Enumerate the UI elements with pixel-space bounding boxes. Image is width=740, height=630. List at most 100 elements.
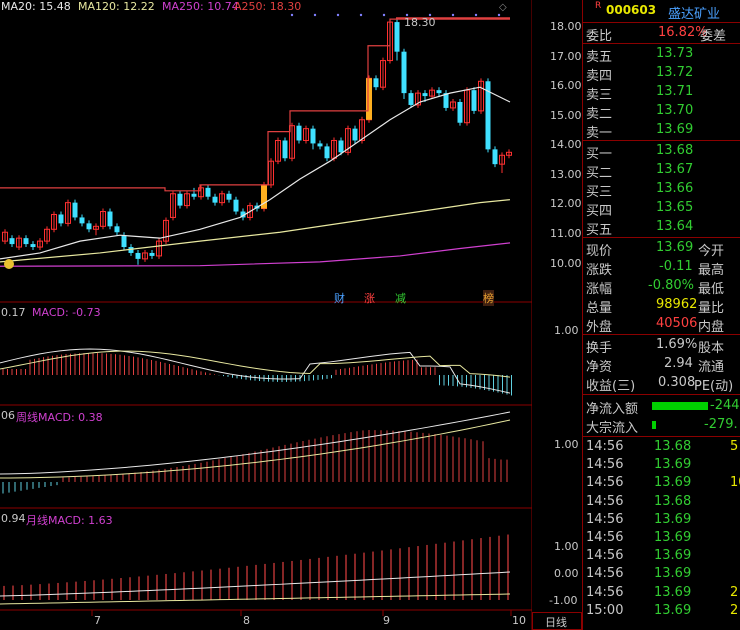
daily-macd-prefix: 0.17 bbox=[1, 306, 26, 319]
candle-body bbox=[79, 217, 85, 224]
tick-time: 14:56 bbox=[586, 493, 624, 509]
price-axis-label: 16.00 bbox=[550, 79, 582, 92]
tick-price: 13.69 bbox=[654, 602, 692, 618]
tick-row: 14:56 13.69 bbox=[584, 457, 740, 475]
daily-macd-label: MACD: -0.73 bbox=[32, 306, 101, 319]
candle-body bbox=[471, 90, 477, 111]
stats-right-label: 流通 bbox=[698, 360, 725, 375]
quote-row: 涨幅 -0.80% 最低 bbox=[584, 277, 740, 297]
ask-price: 13.71 bbox=[656, 84, 694, 99]
price-axis-label: 11.00 bbox=[550, 227, 582, 240]
candle-body bbox=[324, 146, 330, 159]
bid-row[interactable]: 买二 13.67 bbox=[584, 161, 740, 181]
bid-price: 13.66 bbox=[656, 181, 694, 196]
candle-body bbox=[191, 193, 197, 197]
tick-time: 15:00 bbox=[586, 602, 624, 618]
quote-label: 现价 bbox=[586, 244, 613, 259]
bid-price: 13.68 bbox=[656, 143, 694, 158]
divider bbox=[582, 43, 740, 44]
candle-body bbox=[492, 149, 498, 165]
stats-label: 净资 bbox=[586, 360, 613, 375]
tick-row: 14:56 13.69 2 bbox=[584, 585, 740, 603]
bid-row[interactable]: 买一 13.68 bbox=[584, 142, 740, 162]
order-diff-label: 委差 bbox=[700, 29, 727, 44]
tick-price: 13.69 bbox=[654, 530, 692, 545]
ask-label: 卖四 bbox=[586, 69, 613, 84]
month-label: 7 bbox=[94, 614, 101, 627]
chart-area[interactable]: MA20: 15.48 MA120: 12.22 MA250: 10.74 A2… bbox=[0, 0, 582, 630]
stats-right-label: 股本 bbox=[698, 341, 725, 356]
quote-right-label: 内盘 bbox=[698, 320, 725, 335]
tick-price: 13.69 bbox=[654, 566, 692, 582]
tick-row: 14:56 13.69 10 bbox=[584, 475, 740, 493]
month-label: 9 bbox=[383, 614, 390, 627]
bid-price: 13.64 bbox=[656, 219, 694, 234]
event-tag-rise[interactable]: 涨 bbox=[364, 290, 375, 306]
candle-body bbox=[422, 93, 428, 97]
candle-body bbox=[72, 202, 78, 218]
monthly-macd-prefix: 0.94 bbox=[1, 512, 26, 525]
stock-marker: R bbox=[595, 1, 602, 11]
divider bbox=[582, 22, 740, 23]
stats-value: 2.94 bbox=[664, 356, 693, 371]
divider bbox=[582, 436, 740, 437]
price-axis-label: 10.00 bbox=[550, 257, 582, 270]
bid-label: 买二 bbox=[586, 166, 613, 181]
candle-body bbox=[58, 214, 64, 224]
candle-body bbox=[205, 187, 211, 197]
tick-time: 14:56 bbox=[586, 475, 624, 491]
candle-body bbox=[310, 128, 316, 144]
header-dot bbox=[497, 13, 501, 17]
net-inflow-bar bbox=[652, 402, 708, 410]
low-marker-icon bbox=[4, 259, 14, 269]
ask-row[interactable]: 卖四 13.72 bbox=[584, 64, 740, 84]
ma120-legend: MA120: 12.22 bbox=[78, 0, 155, 13]
flow-value: -244 bbox=[710, 398, 740, 413]
flow-label: 大宗流入 bbox=[586, 421, 639, 436]
bid-row[interactable]: 买四 13.65 bbox=[584, 199, 740, 219]
weekly-macd-axis-label: 1.00 bbox=[554, 438, 579, 451]
collapse-diamond-icon[interactable]: ◇ bbox=[499, 2, 507, 13]
quote-right-label: 最高 bbox=[698, 263, 725, 278]
month-label: 8 bbox=[243, 614, 250, 627]
tick-volume: 2 bbox=[730, 584, 739, 600]
quote-right-label: 今开 bbox=[698, 244, 725, 259]
stock-header[interactable]: R 000603 盛达矿业 bbox=[584, 0, 740, 22]
candle-body bbox=[226, 193, 232, 200]
bid-row[interactable]: 买五 13.64 bbox=[584, 218, 740, 238]
flow-row: 大宗流入 -279. bbox=[584, 416, 740, 436]
daily-macd-axis-label: 1.00 bbox=[554, 324, 579, 337]
bid-price: 13.65 bbox=[656, 200, 694, 215]
monthly-macd-axis-label: -1.00 bbox=[549, 594, 578, 607]
event-tag-finance[interactable]: 财 bbox=[334, 290, 345, 306]
period-button[interactable]: 日线 bbox=[532, 612, 582, 630]
quote-label: 外盘 bbox=[586, 320, 613, 335]
quote-label: 涨幅 bbox=[586, 282, 613, 297]
ask-row[interactable]: 卖一 13.69 bbox=[584, 121, 740, 141]
header-dot bbox=[451, 13, 455, 17]
ask-row[interactable]: 卖三 13.71 bbox=[584, 83, 740, 103]
a250-step-line bbox=[0, 18, 510, 192]
tick-price: 13.69 bbox=[654, 584, 692, 600]
bid-price: 13.67 bbox=[656, 162, 694, 177]
daily-dea-line bbox=[0, 350, 511, 378]
quote-value: -0.11 bbox=[659, 259, 693, 274]
candle-body bbox=[408, 93, 414, 105]
quote-row: 总量 98962 量比 bbox=[584, 296, 740, 316]
event-tag-reduce[interactable]: 减 bbox=[395, 290, 406, 306]
tick-volume: 5 bbox=[730, 439, 739, 454]
a250-legend: A250: 18.30 bbox=[234, 0, 302, 13]
tick-time: 14:56 bbox=[586, 566, 624, 582]
price-axis-label: 14.00 bbox=[550, 138, 582, 151]
bid-row[interactable]: 买三 13.66 bbox=[584, 180, 740, 200]
quote-value: -0.80% bbox=[648, 278, 694, 293]
ask-label: 卖二 bbox=[586, 107, 613, 122]
tick-price: 13.68 bbox=[654, 493, 692, 509]
month-label: 10 bbox=[512, 614, 526, 627]
bulk-inflow-bar bbox=[652, 421, 656, 429]
ask-row[interactable]: 卖五 13.73 bbox=[584, 45, 740, 65]
ma20-line bbox=[0, 86, 511, 260]
ask-row[interactable]: 卖二 13.70 bbox=[584, 102, 740, 122]
event-tag-rank[interactable]: 榜 bbox=[483, 290, 494, 306]
candle-body bbox=[296, 125, 302, 141]
